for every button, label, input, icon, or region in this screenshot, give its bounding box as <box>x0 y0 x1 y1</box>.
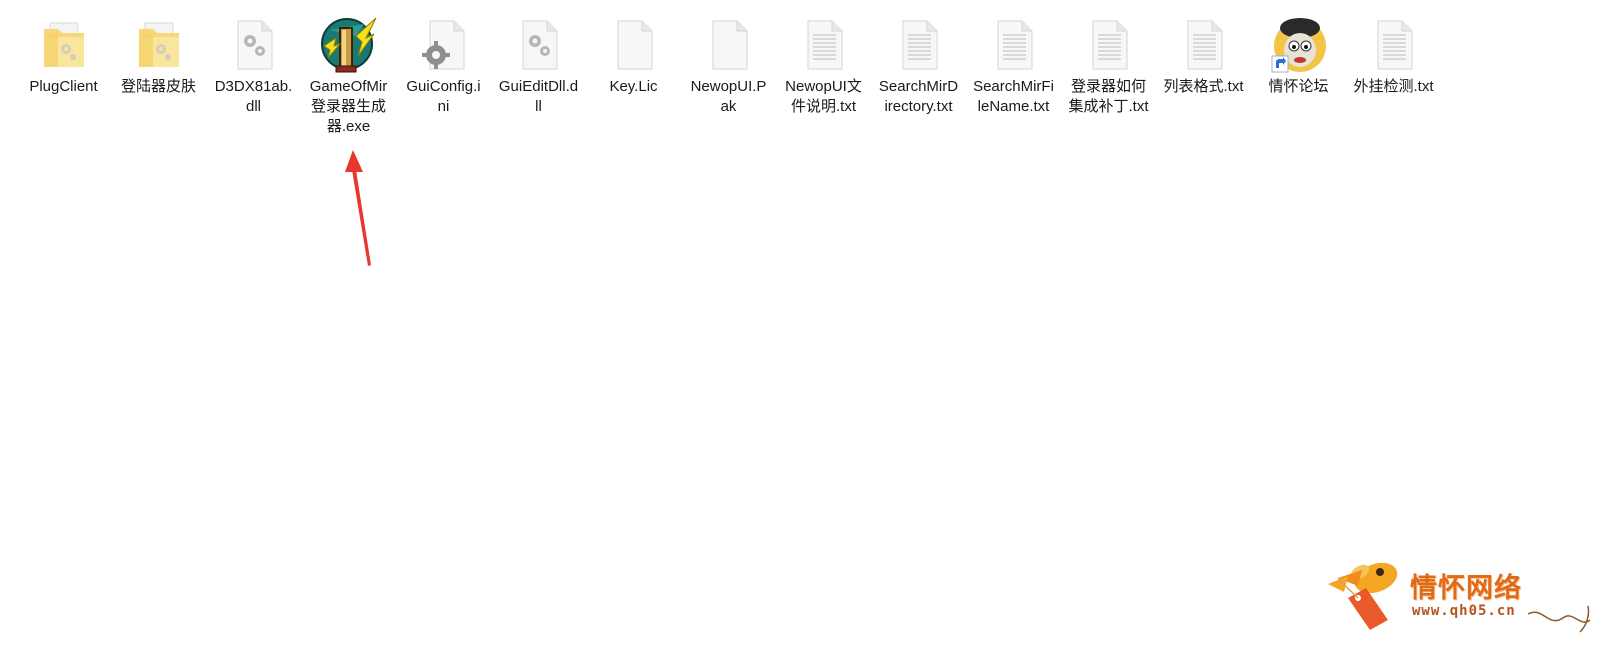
file-item[interactable]: PlugClient <box>16 14 111 97</box>
watermark-title: 情怀网络 <box>1410 573 1522 604</box>
file-label: GuiConfig.ini <box>406 78 481 115</box>
file-item[interactable]: Key.Lic <box>586 14 681 97</box>
desktop: PlugClient 登陆器皮肤 D3DX81ab.dll GameOfMir登… <box>0 0 1618 652</box>
text-file-icon <box>888 14 950 76</box>
config-file-icon <box>413 14 475 76</box>
file-item[interactable]: D3DX81ab.dll <box>206 14 301 117</box>
file-item[interactable]: GuiConfig.ini <box>396 14 491 117</box>
file-label: D3DX81ab.dll <box>214 78 293 115</box>
file-item[interactable]: 登陆器皮肤 <box>111 14 206 97</box>
file-label: 登录器如何集成补丁.txt <box>1068 78 1149 115</box>
text-file-icon <box>1173 14 1235 76</box>
file-label: 情怀论坛 <box>1268 78 1329 95</box>
file-label: 登陆器皮肤 <box>120 78 196 95</box>
file-grid: PlugClient 登陆器皮肤 D3DX81ab.dll GameOfMir登… <box>16 14 1441 137</box>
folder-icon <box>128 14 190 76</box>
file-label: NewopUI文件说明.txt <box>785 78 862 115</box>
file-item[interactable]: NewopUI文件说明.txt <box>776 14 871 117</box>
red-arrow-icon <box>345 150 371 266</box>
folder-icon <box>33 14 95 76</box>
file-item[interactable]: SearchMirDirectory.txt <box>871 14 966 117</box>
file-label: SearchMirDirectory.txt <box>878 78 959 115</box>
file-label: SearchMirFileName.txt <box>973 78 1054 115</box>
text-file-icon <box>983 14 1045 76</box>
file-item[interactable]: 情怀论坛 <box>1251 14 1346 97</box>
file-label: PlugClient <box>29 78 98 95</box>
file-item[interactable]: GuiEditDll.dll <box>491 14 586 117</box>
text-file-icon <box>1078 14 1140 76</box>
exe-app-icon <box>318 14 380 76</box>
blank-file-icon <box>698 14 760 76</box>
file-label: 列表格式.txt <box>1163 78 1244 95</box>
file-item[interactable]: NewopUI.Pak <box>681 14 776 117</box>
file-label: Key.Lic <box>609 78 658 95</box>
watermark-url: www.qh05.cn <box>1412 603 1516 619</box>
file-label: NewopUI.Pak <box>690 78 767 115</box>
file-label: GameOfMir登录器生成器.exe <box>309 78 388 135</box>
blank-file-icon <box>603 14 665 76</box>
file-item[interactable]: 外挂检测.txt <box>1346 14 1441 97</box>
dll-file-icon <box>223 14 285 76</box>
file-item[interactable]: GameOfMir登录器生成器.exe <box>301 14 396 137</box>
shortcut-cartoon-icon <box>1268 14 1330 76</box>
text-file-icon <box>1363 14 1425 76</box>
file-label: GuiEditDll.dll <box>498 78 579 115</box>
file-item[interactable]: SearchMirFileName.txt <box>966 14 1061 117</box>
file-item[interactable]: 列表格式.txt <box>1156 14 1251 97</box>
dll-file-icon <box>508 14 570 76</box>
file-item[interactable]: 登录器如何集成补丁.txt <box>1061 14 1156 117</box>
file-label: 外挂检测.txt <box>1353 78 1434 95</box>
text-file-icon <box>793 14 855 76</box>
